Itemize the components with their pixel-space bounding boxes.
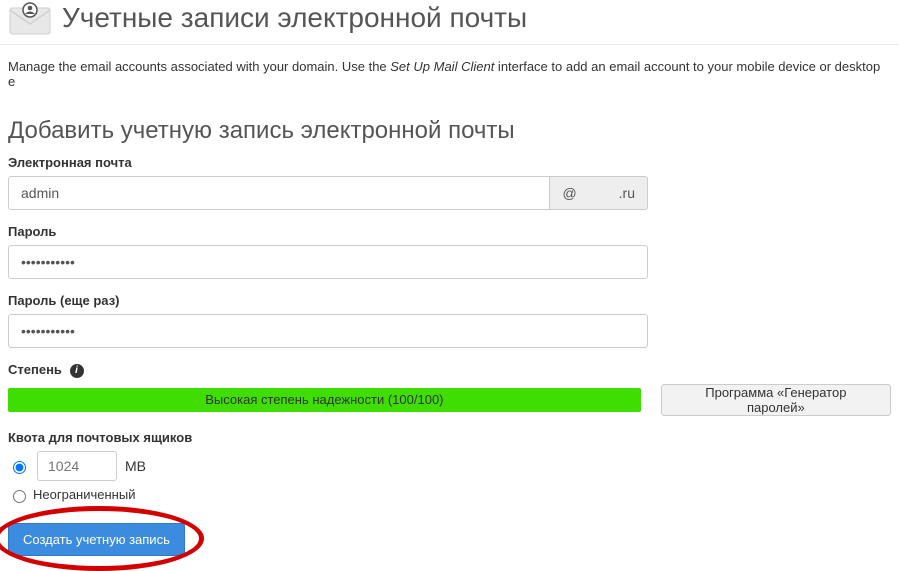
email-input[interactable] [8,176,550,210]
quota-unit: MB [125,458,146,474]
quota-unlimited-row[interactable]: Неограниченный [8,487,891,503]
page-header: Учетные записи электронной почты [0,0,899,45]
password-confirm-input[interactable] [8,314,648,348]
domain-suffix: .ru [619,185,635,201]
strength-label: Степень i [8,362,891,378]
quota-group: Квота для почтовых ящиков MB Неограничен… [0,430,899,503]
page-description: Manage the email accounts associated wit… [0,45,899,89]
email-group: Электронная почта @ .ru [0,155,899,210]
strength-group: Степень i Высокая степень надежности (10… [0,362,899,416]
quota-limited-radio[interactable] [13,461,26,474]
quota-value-row: MB [8,451,891,481]
page-title: Учетные записи электронной почты [62,2,527,34]
info-icon[interactable]: i [70,364,84,378]
password-confirm-label: Пароль (еще раз) [8,293,891,308]
quota-unlimited-label: Неограниченный [33,487,135,502]
strength-row: Высокая степень надежности (100/100) Про… [8,384,891,416]
password-confirm-group: Пароль (еще раз) [0,293,899,348]
email-input-row: @ .ru [8,176,648,210]
desc-prefix: Manage the email accounts associated wit… [8,59,390,74]
password-generator-button[interactable]: Программа «Генератор паролей» [661,384,891,416]
strength-bar: Высокая степень надежности (100/100) [8,388,641,412]
email-accounts-icon [8,0,52,36]
password-label: Пароль [8,224,891,239]
create-account-button[interactable]: Создать учетную запись [8,523,185,556]
at-sign: @ [562,185,576,201]
password-group: Пароль [0,224,899,279]
password-input[interactable] [8,245,648,279]
email-label: Электронная почта [8,155,891,170]
desc-link: Set Up Mail Client [390,59,494,74]
section-title: Добавить учетную запись электронной почт… [0,117,899,145]
email-domain-addon[interactable]: @ .ru [550,176,648,210]
strength-text: Высокая степень надежности (100/100) [205,392,443,407]
quota-unlimited-radio[interactable] [13,490,26,503]
submit-wrap: Создать учетную запись [0,523,899,556]
quota-label: Квота для почтовых ящиков [8,430,891,445]
quota-input[interactable] [37,451,117,481]
